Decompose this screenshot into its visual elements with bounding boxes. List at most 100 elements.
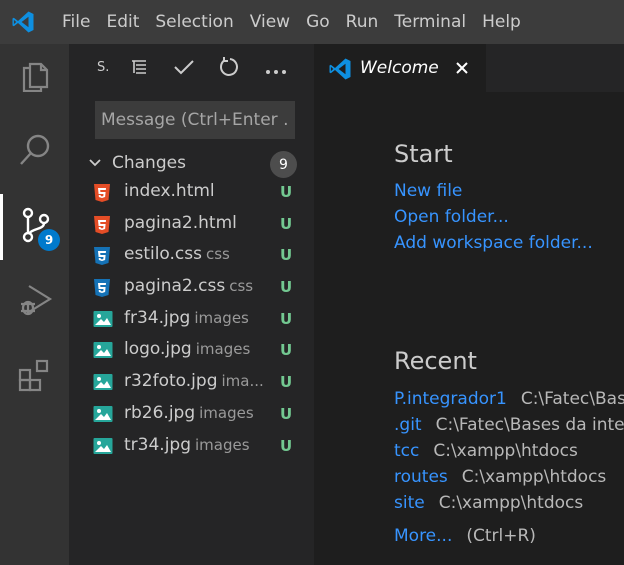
run-debug-button[interactable]	[0, 269, 69, 335]
untracked-status: U	[280, 183, 293, 201]
file-row[interactable]: estilo.css css U	[69, 241, 314, 273]
file-row[interactable]: index.html U	[69, 178, 314, 210]
search-button[interactable]	[0, 119, 69, 185]
file-row[interactable]: pagina2.html U	[69, 210, 314, 242]
extensions-button[interactable]	[0, 344, 69, 410]
tab-welcome[interactable]: Welcome	[314, 44, 486, 92]
explorer-button[interactable]	[0, 44, 69, 110]
menu-help[interactable]: Help	[474, 0, 529, 44]
menu-run[interactable]: Run	[338, 0, 387, 44]
menu-file[interactable]: File	[46, 0, 98, 44]
file-name: logo.jpg images	[124, 339, 251, 360]
file-directory: images	[195, 435, 250, 454]
recent-item-path: C:\Fatec\Bas	[520, 389, 624, 409]
more-row: More... (Ctrl+R)	[394, 523, 624, 549]
extensions-icon	[17, 357, 53, 397]
menu-terminal[interactable]: Terminal	[386, 0, 474, 44]
refresh-icon	[219, 56, 241, 82]
recent-item-link[interactable]: tcc	[394, 441, 419, 461]
file-directory: images	[194, 308, 249, 327]
recent-list: P.integrador1 C:\Fatec\Bas .git C:\Fatec\Ba…	[394, 386, 624, 516]
panel-header: S.	[69, 44, 314, 92]
menu-edit[interactable]: Edit	[98, 0, 147, 44]
menu-go[interactable]: Go	[298, 0, 338, 44]
untracked-status: U	[280, 373, 293, 392]
image-file-icon	[93, 437, 113, 459]
more-shortcut: (Ctrl+R)	[466, 526, 536, 546]
welcome-page: Start New file Open folder... Add worksp…	[394, 140, 624, 549]
changes-count-badge: 9	[270, 151, 297, 178]
recent-title: Recent	[394, 347, 477, 375]
untracked-status: U	[280, 341, 293, 360]
file-row[interactable]: fr34.jpg images U	[69, 305, 314, 337]
commit-message-input[interactable]	[95, 101, 295, 139]
source-control-panel: S. Message (Ctrl+Enter ... Changes 9 ind…	[69, 44, 314, 565]
file-directory: css	[206, 245, 230, 264]
css-file-icon	[93, 278, 113, 300]
activity-bar: 9	[0, 44, 69, 565]
more-recent-link[interactable]: More...	[394, 526, 452, 546]
css-file-icon	[93, 246, 113, 268]
untracked-status: U	[280, 309, 293, 328]
untracked-status: U	[280, 278, 293, 297]
recent-item-path: C:\xampp\htdocs	[438, 493, 584, 513]
add-workspace-folder-link[interactable]: Add workspace folder...	[394, 230, 624, 256]
file-row[interactable]: rb26.jpg images U	[69, 400, 314, 432]
view-as-tree-button[interactable]	[124, 54, 154, 84]
file-name: tr34.jpg images	[124, 434, 250, 455]
panel-title: S.	[97, 60, 110, 75]
recent-item: tcc C:\xampp\htdocs	[394, 438, 624, 464]
recent-item-path: C:\xampp\htdocs	[461, 467, 607, 487]
start-title: Start	[394, 140, 453, 168]
tab-bar: Welcome	[314, 44, 624, 92]
recent-item: .git C:\Fatec\Bases da inter	[394, 412, 624, 438]
image-file-icon	[93, 373, 113, 395]
image-file-icon	[93, 310, 113, 332]
file-name: pagina2.css css	[124, 276, 254, 297]
ellipsis-icon	[265, 60, 287, 79]
menu-selection[interactable]: Selection	[147, 0, 241, 44]
file-row[interactable]: pagina2.css css U	[69, 273, 314, 305]
html-file-icon	[93, 215, 113, 237]
file-name: index.html	[124, 181, 215, 201]
scm-count-badge: 9	[38, 229, 60, 251]
file-directory: ima...	[221, 372, 264, 391]
changes-group[interactable]: Changes 9	[69, 148, 314, 178]
recent-item-link[interactable]: site	[394, 493, 425, 513]
close-icon[interactable]	[450, 54, 474, 82]
recent-item-link[interactable]: P.integrador1	[394, 389, 507, 409]
run-debug-icon	[17, 282, 53, 322]
open-folder-link[interactable]: Open folder...	[394, 204, 624, 230]
commit-button[interactable]	[169, 54, 199, 84]
new-file-link[interactable]: New file	[394, 178, 624, 204]
image-file-icon	[93, 405, 113, 427]
editor-area: Welcome Start New file Open folder... Ad…	[314, 44, 624, 565]
recent-item-link[interactable]: routes	[394, 467, 448, 487]
file-directory: images	[199, 403, 254, 422]
chevron-down-icon	[87, 155, 103, 175]
recent-item: routes C:\xampp\htdocs	[394, 464, 624, 490]
file-name: estilo.css css	[124, 244, 230, 265]
tab-label: Welcome	[360, 58, 439, 78]
recent-item-path: C:\Fatec\Bases da inter	[435, 415, 624, 435]
refresh-button[interactable]	[215, 54, 245, 84]
file-directory: css	[229, 277, 254, 296]
recent-item: P.integrador1 C:\Fatec\Bas	[394, 386, 624, 412]
vscode-logo-icon	[0, 0, 46, 44]
untracked-status: U	[280, 246, 293, 265]
source-control-button[interactable]: 9	[0, 194, 69, 260]
recent-item-link[interactable]: .git	[394, 415, 422, 435]
file-row[interactable]: tr34.jpg images U	[69, 432, 314, 464]
changes-label: Changes	[112, 153, 186, 173]
file-name: rb26.jpg images	[124, 402, 254, 423]
changed-files-list: index.html Upagina2.html Uestilo.css css Upa…	[69, 178, 314, 463]
vscode-tab-icon	[328, 57, 352, 85]
untracked-status: U	[280, 436, 293, 455]
file-directory: images	[195, 340, 251, 359]
file-row[interactable]: r32foto.jpg ima... U	[69, 368, 314, 400]
file-row[interactable]: logo.jpg images U	[69, 336, 314, 368]
file-name: pagina2.html	[124, 212, 237, 233]
menu-view[interactable]: View	[242, 0, 298, 44]
file-name: r32foto.jpg ima...	[124, 371, 264, 392]
more-actions-button[interactable]	[261, 54, 291, 84]
